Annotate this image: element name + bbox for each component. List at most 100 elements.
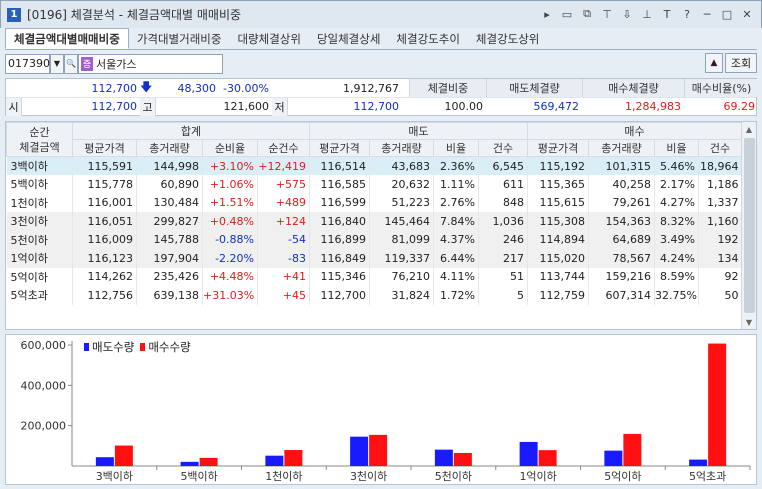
cell-buy-volume: 40,258 — [588, 175, 655, 194]
total-avg-price-header: 평균가격 — [72, 139, 137, 157]
code-dropdown-button[interactable]: ▼ — [50, 53, 64, 74]
cell-buy-ratio: 5.46% — [654, 156, 699, 175]
buy-ratio-header: 매수비율(%) — [684, 79, 758, 97]
legend-buy: 매수수량 — [140, 339, 191, 355]
sell-bar — [180, 461, 199, 466]
scroll-thumb[interactable] — [744, 138, 755, 313]
cell-sell-avg-price: 116,514 — [309, 156, 370, 175]
search-icon[interactable]: 🔍 — [64, 53, 78, 74]
cell-total-avg-price: 114,262 — [72, 267, 137, 286]
maximize-icon[interactable]: □ — [719, 6, 735, 22]
tab-large-trades[interactable]: 대량체결상위 — [229, 29, 308, 49]
arrow-right-icon[interactable]: ▸ — [539, 6, 555, 22]
cell-net-count: -83 — [257, 249, 310, 268]
cell-buy-avg-price: 115,192 — [527, 156, 589, 175]
cell-range: 5억이하 — [10, 270, 48, 284]
tab-strength-top[interactable]: 체결강도상위 — [468, 29, 547, 49]
stock-name-field[interactable]: 증 서울가스 — [78, 53, 223, 74]
buy-count-header: 건수 — [698, 139, 742, 157]
scroll-up-icon[interactable]: ▲ — [742, 122, 756, 136]
sell-group-header: 매도 — [309, 122, 528, 140]
table-row[interactable]: 3천이하 116,051 299,827 +0.48% +124 116,840 145,4… — [6, 212, 742, 231]
cell-buy-ratio: 4.24% — [654, 249, 699, 268]
bar-chart-svg: 200,000 400,000 600,000 3백이하 5백이하 1천이하 3천이하 5천이… — [21, 339, 751, 483]
high-label: 고 — [140, 97, 156, 116]
memo-icon[interactable]: ▭ — [559, 6, 575, 22]
cell-net-ratio: -0.88% — [202, 230, 258, 249]
cell-total-avg-price: 115,591 — [72, 156, 137, 175]
cell-buy-volume: 101,315 — [588, 156, 655, 175]
vertical-scrollbar[interactable]: ▲ ▼ — [741, 122, 756, 329]
net-ratio-header: 순비율 — [202, 139, 258, 157]
cell-total-avg-price: 116,001 — [72, 193, 137, 212]
range-header: 순간 체결금액 — [6, 122, 73, 157]
table-row[interactable]: 5천이하 116,009 145,788 -0.88% -54 116,899 81,099… — [6, 230, 742, 249]
up-arrow-button[interactable]: ▲ — [705, 53, 723, 73]
buy-ratio-col-header: 비율 — [654, 139, 699, 157]
cell-buy-avg-price: 115,020 — [527, 249, 589, 268]
low-label: 저 — [272, 97, 288, 116]
help-icon[interactable]: ? — [679, 6, 695, 22]
cell-net-count: +45 — [257, 286, 310, 305]
table-row[interactable]: 5억이하 114,262 235,426 +4.48% +41 115,346 76,210… — [7, 267, 742, 286]
window-title: [0196] 체결분석 - 체결금액대별 매매비중 — [27, 8, 242, 22]
always-on-top-icon[interactable]: ⊤ — [599, 6, 615, 22]
cell-total-volume: 197,904 — [136, 249, 203, 268]
cell-buy-volume: 79,261 — [588, 193, 655, 212]
tab-price-range-ratio[interactable]: 가격대별거래비중 — [129, 29, 230, 49]
x-tick-label: 3백이하 — [96, 469, 133, 483]
open-label: 시 — [6, 97, 22, 116]
font-size-icon[interactable]: T — [659, 6, 675, 22]
window-number-badge: 1 — [7, 7, 21, 22]
cell-net-ratio: +0.48% — [202, 212, 258, 231]
chart-legend: 매도수량 매수수량 — [84, 339, 191, 355]
table-row[interactable]: 3백이하 115,591 144,998 +3.10% +12,419 116,514 43… — [6, 156, 742, 175]
buy-bar — [114, 445, 133, 466]
buy-group-header: 매수 — [527, 122, 742, 140]
sell-bar — [689, 459, 708, 466]
sell-avg-price-header: 평균가격 — [309, 139, 370, 157]
cell-range: 5억초과 — [10, 289, 48, 303]
stock-code-input[interactable]: 017390 — [5, 53, 50, 74]
cell-sell-avg-price: 116,585 — [309, 175, 370, 194]
query-button[interactable]: 조회 — [725, 53, 757, 73]
minimize-icon[interactable]: ─ — [699, 6, 715, 22]
cell-sell-count: 1,036 — [478, 212, 528, 231]
volume-chart: 매도수량 매수수량 200,000 400,000 600,000 3백이하 5백이하 1… — [5, 334, 757, 485]
table-row[interactable]: 1억이하 116,123 197,904 -2.20% -83 116,849 119,33… — [6, 249, 742, 268]
cell-total-volume: 639,138 — [136, 286, 203, 305]
download-icon[interactable]: ⇩ — [619, 6, 635, 22]
table-row[interactable]: 5백이하 115,778 60,890 +1.06% +575 116,585 20,632… — [7, 175, 742, 194]
cell-buy-count: 192 — [698, 230, 742, 249]
change-rate: -30.00% — [223, 81, 269, 95]
cell-buy-volume: 607,314 — [588, 286, 655, 305]
table-row[interactable]: 5억초과 112,756 639,138 +31.03% +45 112,700 31,82… — [7, 286, 742, 305]
table-row[interactable]: 1천이하 116,001 130,484 +1.51% +489 116,599 51,22… — [7, 193, 742, 212]
cell-net-count: +124 — [257, 212, 310, 231]
close-icon[interactable]: ✕ — [739, 6, 755, 22]
cell-sell-ratio: 4.11% — [433, 267, 479, 286]
tab-trade-amount-ratio[interactable]: 체결금액대별매매비중 — [5, 28, 129, 49]
pin-icon[interactable]: ⊥ — [639, 6, 655, 22]
tab-strength-trend[interactable]: 체결강도추이 — [388, 29, 467, 49]
link-window-icon[interactable]: ⧉ — [579, 6, 595, 22]
scroll-down-icon[interactable]: ▼ — [742, 315, 756, 329]
tab-daily-detail[interactable]: 당일체결상세 — [309, 29, 388, 49]
sell-bar — [350, 436, 369, 466]
quote-panel: 112,700 🡇 48,300 -30.00% 1,912,767 체결비중 … — [5, 78, 758, 116]
cell-sell-count: 611 — [478, 175, 528, 194]
cell-range: 1억이하 — [6, 249, 73, 268]
toolbar: 017390 ▼ 🔍 증 서울가스 ▲ 조회 — [5, 53, 757, 74]
trade-ratio-table: 순간 체결금액 합계 매도 매수 평균가격 총거래량 순비율 순건수 평균가격 … — [5, 121, 757, 330]
cell-range: 5백이하 — [10, 178, 48, 192]
x-tick-label: 1억이하 — [519, 469, 556, 483]
cell-buy-ratio: 8.32% — [654, 212, 699, 231]
low-price: 112,700 — [353, 100, 400, 113]
cell-net-count: +575 — [257, 175, 310, 194]
legend-sell-swatch — [84, 343, 89, 351]
cell-buy-count: 1,160 — [698, 212, 742, 231]
cell-sell-ratio: 2.36% — [433, 156, 479, 175]
cell-buy-ratio: 32.75% — [654, 286, 699, 305]
legend-buy-swatch — [140, 343, 146, 351]
cell-buy-avg-price: 112,759 — [527, 286, 589, 305]
